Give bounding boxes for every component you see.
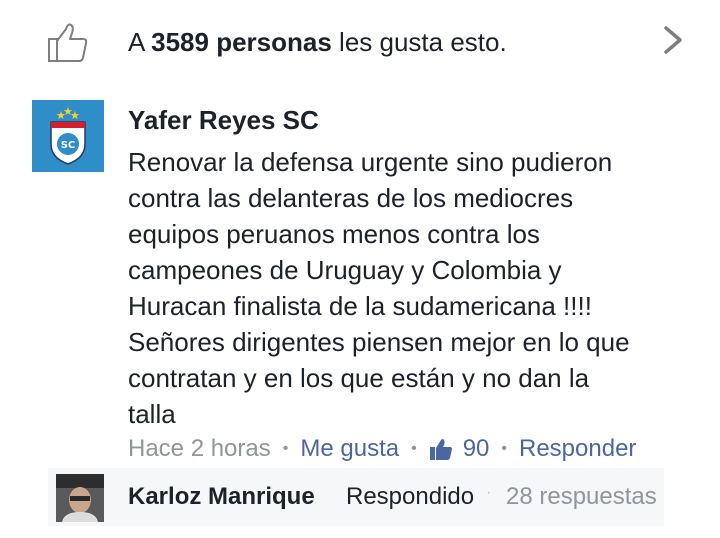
comment-text: Renovar la defensa urgente sino pudieron…: [128, 147, 630, 429]
likes-summary-bar[interactable]: A 3589 personas les gusta esto.: [0, 0, 720, 88]
separator: •: [282, 440, 289, 457]
avatar[interactable]: [56, 474, 104, 522]
comment-meta: Hace 2 horas • Me gusta • 90 • Responder: [128, 434, 636, 464]
likes-prefix: A: [128, 27, 152, 57]
reply-count[interactable]: 28 respuestas: [506, 482, 657, 512]
avatar-badge-text: SC: [61, 140, 76, 151]
avatar[interactable]: ★ ★ ★ SC: [32, 100, 104, 172]
likes-count[interactable]: 3589 personas: [151, 27, 332, 57]
separator: •: [501, 440, 507, 457]
person-avatar-icon: [56, 474, 104, 522]
reply-author[interactable]: Karloz Manrique: [128, 482, 315, 512]
like-count[interactable]: 90: [429, 434, 490, 464]
svg-text:★: ★: [70, 109, 80, 122]
thumbs-up-filled-icon: [429, 439, 452, 460]
likes-summary-text: A 3589 personas les gusta esto.: [128, 26, 507, 58]
comment-timestamp[interactable]: Hace 2 horas: [128, 434, 271, 464]
separator: ·: [486, 484, 492, 501]
chevron-right-icon[interactable]: [660, 24, 686, 56]
reply-button[interactable]: Responder: [519, 434, 636, 464]
like-button[interactable]: Me gusta: [300, 434, 399, 464]
thumbs-up-outline-icon: [48, 23, 88, 62]
comment-author[interactable]: Yafer Reyes SC: [128, 104, 319, 136]
likes-suffix: les gusta esto.: [331, 27, 507, 57]
club-crest-icon: ★ ★ ★ SC: [32, 100, 104, 172]
reply-status: Respondido: [346, 483, 475, 510]
like-count-value: 90: [462, 435, 490, 462]
reply-preview[interactable]: Karloz Manrique Respondido · 28 respuest…: [48, 468, 664, 526]
separator: •: [411, 440, 417, 457]
